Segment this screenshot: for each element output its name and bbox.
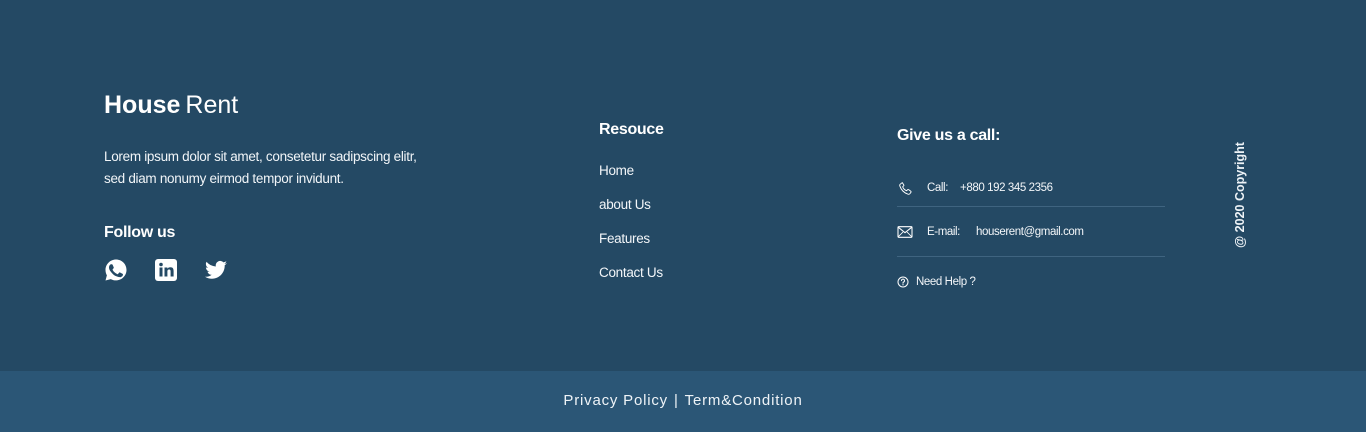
privacy-policy-link[interactable]: Privacy Policy xyxy=(563,392,668,409)
brand-name-bold: House xyxy=(104,91,181,119)
phone-icon xyxy=(897,180,913,196)
whatsapp-icon[interactable] xyxy=(104,258,128,282)
divider xyxy=(897,256,1165,257)
help-row[interactable]: Need Help ? xyxy=(897,274,1165,290)
phone-number[interactable]: +880 192 345 2356 xyxy=(960,182,1053,194)
resource-links: Home about Us Features Contact Us xyxy=(599,163,664,299)
nav-link-home[interactable]: Home xyxy=(599,163,664,197)
site-footer: House Rent Lorem ipsum dolor sit amet, c… xyxy=(0,0,1366,371)
nav-link-features[interactable]: Features xyxy=(599,231,664,265)
contact-column: Give us a call: Call: +880 192 345 2356 … xyxy=(897,127,1165,290)
twitter-icon[interactable] xyxy=(204,258,228,282)
brand-logo[interactable]: House Rent xyxy=(104,86,238,118)
need-help-link[interactable]: Need Help ? xyxy=(916,276,976,288)
divider xyxy=(897,206,1165,207)
question-circle-icon xyxy=(897,276,909,288)
nav-link-about-us[interactable]: about Us xyxy=(599,197,664,231)
follow-us-title: Follow us xyxy=(104,224,176,241)
legal-links: Privacy Policy | Term&Condition xyxy=(563,392,802,411)
copyright-text: @ 2020 Copyright xyxy=(1233,142,1247,248)
mail-icon xyxy=(897,224,913,240)
about-description: Lorem ipsum dolor sit amet, consetetur s… xyxy=(104,149,417,186)
brand-name-light: Rent xyxy=(185,91,239,119)
nav-link-contact-us[interactable]: Contact Us xyxy=(599,265,664,299)
legal-separator: | xyxy=(673,392,679,409)
resource-column: Resouce Home about Us Features Contact U… xyxy=(599,121,664,299)
terms-condition-link[interactable]: Term&Condition xyxy=(685,392,803,409)
footer-bottom-bar: Privacy Policy | Term&Condition xyxy=(0,371,1366,432)
resource-title: Resouce xyxy=(599,121,664,138)
call-row: Call: +880 192 345 2356 xyxy=(897,179,1165,197)
email-label: E-mail: xyxy=(927,226,960,238)
social-links xyxy=(104,258,228,282)
email-row: E-mail: houserent@gmail.com xyxy=(897,223,1165,241)
contact-title: Give us a call: xyxy=(897,127,1001,144)
linkedin-icon[interactable] xyxy=(154,258,178,282)
email-address[interactable]: houserent@gmail.com xyxy=(976,226,1084,238)
call-label: Call: xyxy=(927,182,949,194)
